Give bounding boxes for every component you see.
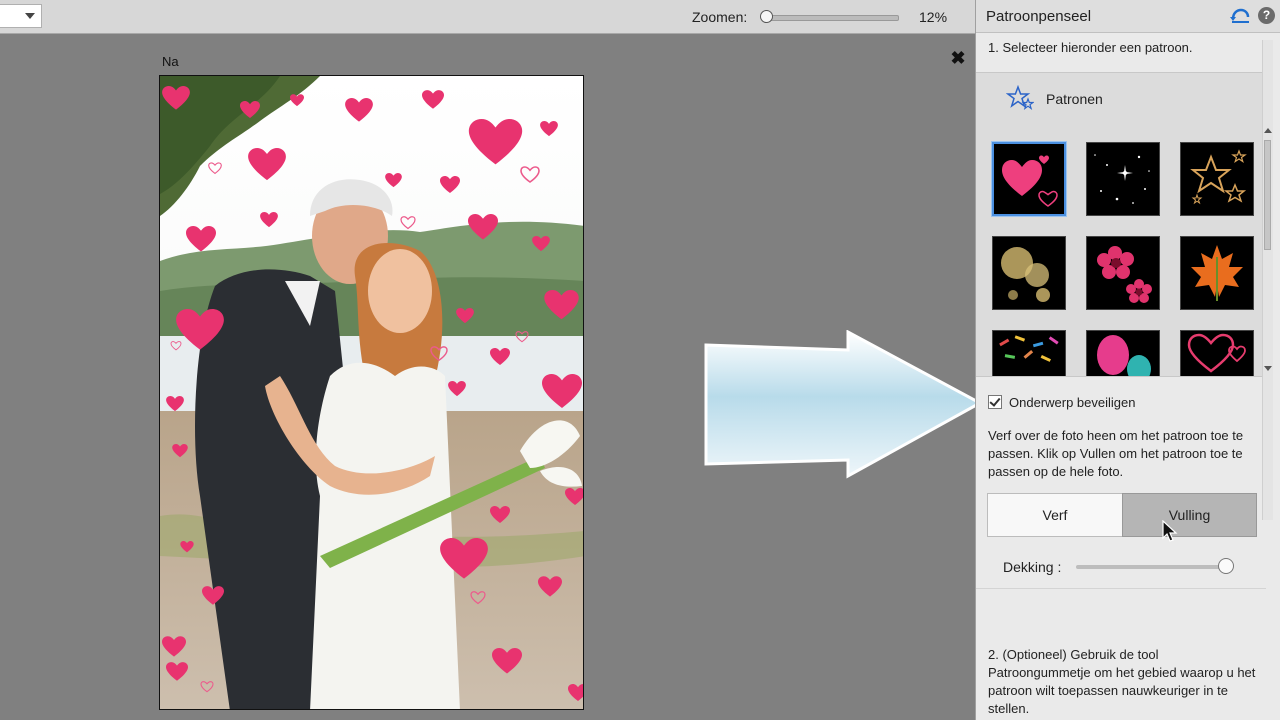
hearts-icon: [1002, 155, 1058, 207]
opacity-slider[interactable]: [1076, 558, 1234, 574]
pattern-thumb-flowers[interactable]: [1086, 236, 1160, 310]
stars-icon: [1006, 85, 1034, 111]
zoom-label: Zoomen:: [692, 9, 748, 25]
scrollbar-thumb[interactable]: [1264, 140, 1271, 250]
patterns-label: Patronen: [1046, 91, 1103, 107]
opacity-label: Dekking :: [1003, 559, 1062, 575]
confetti-icon: [999, 335, 1059, 362]
bokeh-icon: [1001, 247, 1050, 302]
top-toolbar: Zoomen: 12%: [0, 0, 975, 34]
sparkles-icon: [1094, 154, 1150, 204]
flowers-icon: [1097, 246, 1152, 303]
protect-subject-label: Onderwerp beveiligen: [1009, 395, 1136, 410]
pattern-thumb-hearts[interactable]: [991, 141, 1067, 217]
heart-outline-icon: [1187, 333, 1246, 373]
step2-instruction: 2. (Optioneel) Gebruik de tool Patroongu…: [988, 647, 1256, 716]
zoom-slider[interactable]: [760, 10, 899, 23]
pattern-thumb-bokeh[interactable]: [992, 236, 1066, 310]
mouse-cursor-icon: [1162, 520, 1178, 542]
view-dropdown[interactable]: [0, 4, 42, 28]
pattern-brush-panel: Patroonpenseel ? 1. Selecteer hieronder …: [975, 0, 1280, 720]
zoom-slider-thumb[interactable]: [760, 10, 773, 23]
photo-canvas: [159, 75, 584, 710]
zoom-value: 12%: [919, 9, 948, 25]
scroll-down-icon[interactable]: [1264, 366, 1272, 371]
maple-leaf-icon: [1191, 245, 1243, 301]
paint-button[interactable]: Verf: [987, 493, 1123, 537]
pattern-thumb-stars[interactable]: [1180, 142, 1254, 216]
help-icon[interactable]: ?: [1258, 7, 1275, 24]
instruction-text: Verf over de foto heen om het patroon to…: [988, 428, 1244, 479]
patterns-gallery: Patronen: [976, 72, 1266, 377]
pattern-thumb-leaf[interactable]: [1180, 236, 1254, 310]
chevron-down-icon: [25, 13, 35, 19]
arrow-graphic: [704, 330, 984, 479]
pattern-thumb-heart-outlines[interactable]: [1180, 330, 1254, 376]
pattern-thumb-confetti[interactable]: [992, 330, 1066, 376]
balloons-icon: [1097, 335, 1151, 376]
scroll-up-icon[interactable]: [1264, 128, 1272, 133]
protect-subject-checkbox[interactable]: [988, 395, 1002, 409]
pattern-thumb-sparkles[interactable]: [1086, 142, 1160, 216]
reset-icon[interactable]: [1230, 8, 1250, 24]
panel-title: Patroonpenseel: [986, 8, 1092, 25]
close-icon[interactable]: ✖: [950, 49, 966, 67]
opacity-slider-thumb[interactable]: [1218, 558, 1234, 574]
star-outline-icon: [1190, 149, 1247, 205]
fill-button[interactable]: Vulling: [1122, 493, 1257, 537]
divider: [976, 588, 1266, 589]
panel-header: Patroonpenseel ?: [976, 0, 1280, 33]
view-label: Na: [162, 54, 179, 69]
pattern-thumb-balloons[interactable]: [1086, 330, 1160, 376]
step1-instruction: 1. Selecteer hieronder een patroon.: [988, 40, 1193, 55]
panel-scrollbar[interactable]: [1262, 40, 1273, 520]
wedding-photo: [160, 76, 583, 709]
